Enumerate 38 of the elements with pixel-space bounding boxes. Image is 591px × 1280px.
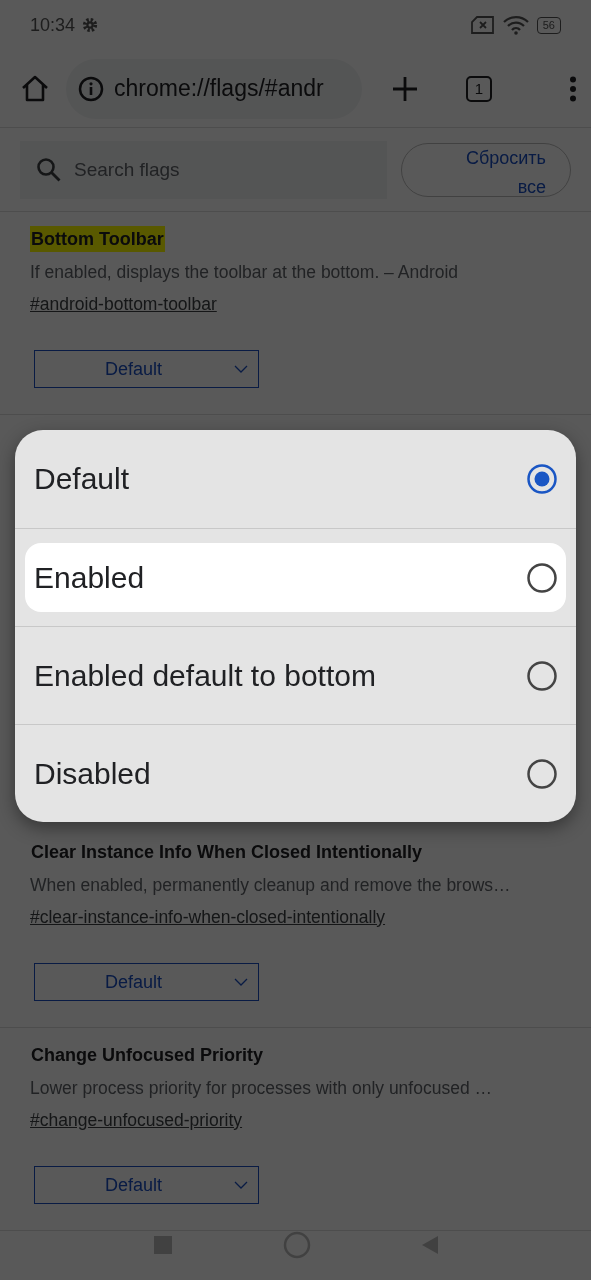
search-icon [36, 156, 62, 183]
flag-link[interactable]: #clear-instance-info-when-closed-intentionally [30, 903, 386, 931]
flag-title: Clear Instance Info When Closed Intentionally [30, 841, 424, 864]
flag-title: Change Unfocused Priority [30, 1044, 265, 1067]
radio-button[interactable] [527, 758, 557, 789]
flag-description: If enabled, displays the toolbar at the bottom. – Android [30, 261, 460, 284]
flag-link[interactable]: #android-bottom-toolbar [30, 290, 217, 318]
radio-button[interactable] [527, 562, 557, 593]
flag-title: Bottom Toolbar [30, 226, 165, 252]
back-icon[interactable] [420, 1235, 439, 1255]
flag-description: Lower process priority for processes with only unfocused … [30, 1077, 493, 1100]
flag-dropdown[interactable]: Default [34, 350, 259, 388]
flag-dropdown[interactable]: Default [34, 963, 259, 1001]
option-row[interactable]: Enabled [25, 543, 566, 612]
tab-count-button[interactable]: 1 [466, 75, 492, 102]
no-sim-icon [470, 16, 495, 34]
radio-button[interactable] [527, 464, 557, 494]
address-bar[interactable]: chrome://flags/#andr [66, 58, 362, 119]
flag-description: When enabled, permanently cleanup and remove the brows… [30, 874, 512, 897]
chevron-down-icon [234, 977, 248, 987]
option-row[interactable]: Disabled [25, 739, 566, 808]
info-icon[interactable] [78, 75, 104, 102]
chevron-down-icon [234, 364, 248, 374]
more-menu-icon[interactable] [569, 75, 577, 102]
status-time: 10:34 [30, 14, 76, 36]
option-row[interactable]: Default [25, 444, 566, 514]
wifi-icon [502, 15, 529, 35]
radio-button[interactable] [527, 660, 557, 691]
option-row[interactable]: Enabled default to bottom [25, 641, 566, 710]
new-tab-icon[interactable] [392, 75, 418, 102]
flag-dropdown[interactable]: Default [34, 1166, 259, 1204]
reset-all-button[interactable]: Сбросить все [401, 142, 571, 197]
home-circle-icon[interactable] [282, 1231, 311, 1259]
gear-icon [81, 16, 100, 34]
home-icon[interactable] [20, 73, 50, 104]
recents-icon[interactable] [152, 1235, 173, 1255]
chevron-down-icon [234, 1180, 248, 1190]
flag-link[interactable]: #change-unfocused-priority [30, 1106, 243, 1134]
